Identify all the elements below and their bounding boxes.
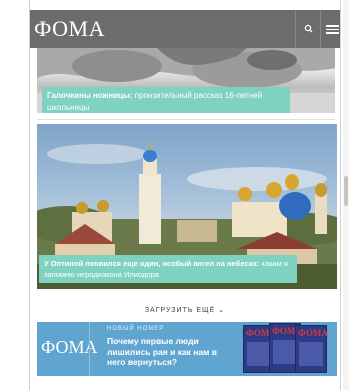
search-icon bbox=[304, 24, 313, 33]
site-header: ФОМА bbox=[30, 10, 340, 48]
article-title: У Оптиной появился еще один, особый анге… bbox=[44, 259, 260, 268]
load-more-label: ЗАГРУЗИТЬ ЕЩЁ bbox=[144, 307, 216, 314]
promo-divider bbox=[89, 322, 90, 376]
header-divider bbox=[295, 10, 296, 48]
divider bbox=[37, 119, 335, 120]
article-caption[interactable]: Галочкины ножницы: пронзительный рассказ… bbox=[42, 87, 290, 113]
scrollbar[interactable] bbox=[343, 0, 349, 390]
article-title: Галочкины ножницы: bbox=[47, 91, 133, 100]
article-card[interactable]: У Оптиной появился еще один, особый анге… bbox=[37, 124, 337, 289]
load-more-button[interactable]: ЗАГРУЗИТЬ ЕЩЁ ⌄ bbox=[130, 304, 240, 318]
search-button[interactable] bbox=[298, 18, 320, 40]
promo-headline: Почему первые люди лишились рая и как на… bbox=[107, 336, 218, 367]
article-card[interactable]: Галочкины ножницы: пронзительный рассказ… bbox=[37, 48, 335, 113]
menu-button[interactable] bbox=[323, 18, 345, 40]
article-caption[interactable]: У Оптиной появился еще один, особый анге… bbox=[39, 255, 297, 283]
page-border-left bbox=[29, 0, 30, 390]
chevron-down-icon: ⌄ bbox=[218, 307, 226, 314]
header-divider bbox=[320, 10, 321, 48]
magazine-promo-banner[interactable]: ФОМА НОВЫЙ НОМЕР Почему первые люди лиши… bbox=[37, 322, 337, 376]
scrollbar-thumb[interactable] bbox=[344, 176, 348, 206]
site-logo[interactable]: ФОМА bbox=[34, 14, 105, 44]
promo-tag: НОВЫЙ НОМЕР bbox=[107, 326, 165, 332]
magazine-cover-image: ФОМА bbox=[295, 325, 328, 373]
page-border-right bbox=[340, 0, 341, 390]
